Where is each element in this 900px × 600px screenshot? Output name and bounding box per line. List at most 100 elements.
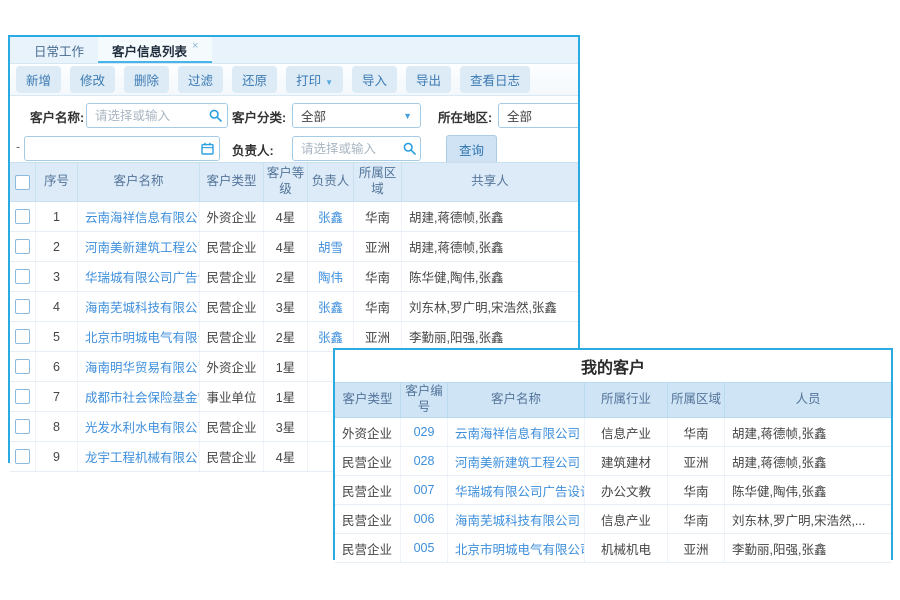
select-all-checkbox[interactable]: [15, 175, 30, 190]
header-type[interactable]: 客户类型: [335, 383, 401, 417]
search-icon[interactable]: [209, 109, 222, 122]
cell-name[interactable]: 光发水利水电有限公司: [78, 412, 200, 441]
cell-no[interactable]: 006: [401, 505, 448, 533]
table-row[interactable]: 3华瑞城有限公司广告设计部民营企业2星陶伟华南陈华健,陶伟,张鑫: [10, 262, 578, 292]
region-filter-value: 全部: [507, 106, 532, 125]
cell-name[interactable]: 龙宇工程机械有限公司: [78, 442, 200, 471]
cell-industry: 机械机电: [585, 534, 668, 562]
header-type[interactable]: 客户类型: [200, 163, 264, 201]
toolbar-button-add[interactable]: 新增: [16, 66, 61, 93]
table-row[interactable]: 4海南芜城科技有限公司民营企业3星张鑫华南刘东林,罗广明,宋浩然,张鑫: [10, 292, 578, 322]
cell-no[interactable]: 007: [401, 476, 448, 504]
row-checkbox-cell: [10, 442, 36, 471]
header-no[interactable]: 客户编号: [401, 383, 448, 417]
cell-type: 民营企业: [200, 412, 264, 441]
cell-name[interactable]: 北京市明城电气有限公司: [448, 534, 585, 562]
date-input[interactable]: [24, 136, 220, 161]
cell-owner[interactable]: 张鑫: [308, 322, 354, 351]
tab-customer-list-label: 客户信息列表: [112, 41, 187, 60]
row-checkbox[interactable]: [15, 239, 30, 254]
cell-name[interactable]: 华瑞城有限公司广告设计部: [448, 476, 585, 504]
cell-name[interactable]: 成都市社会保险基金管理...: [78, 382, 200, 411]
row-checkbox[interactable]: [15, 329, 30, 344]
cell-type: 民营企业: [335, 447, 401, 475]
cell-level: 4星: [264, 202, 308, 231]
header-owner[interactable]: 负责人: [308, 163, 354, 201]
cell-name[interactable]: 华瑞城有限公司广告设计部: [78, 262, 200, 291]
table-row[interactable]: 民营企业005北京市明城电气有限公司机械机电亚洲李勤丽,阳强,张鑫: [335, 534, 891, 563]
header-region[interactable]: 所属区域: [668, 383, 725, 417]
row-checkbox[interactable]: [15, 419, 30, 434]
tab-daily-work[interactable]: 日常工作: [20, 37, 98, 63]
table-row[interactable]: 民营企业006海南芜城科技有限公司信息产业华南刘东林,罗广明,宋浩然,...: [335, 505, 891, 534]
cell-owner[interactable]: 胡雪: [308, 232, 354, 261]
cell-type: 民营企业: [200, 232, 264, 261]
cell-type: 民营企业: [200, 292, 264, 321]
cell-name[interactable]: 海南芜城科技有限公司: [448, 505, 585, 533]
cell-no[interactable]: 028: [401, 447, 448, 475]
table-row[interactable]: 民营企业028河南美新建筑工程公司建筑建材亚洲胡建,蒋德帧,张鑫: [335, 447, 891, 476]
cell-name[interactable]: 云南海祥信息有限公司: [448, 418, 585, 446]
tab-customer-list[interactable]: 客户信息列表 ×: [98, 37, 212, 63]
cell-shared: 胡建,蒋德帧,张鑫: [402, 232, 578, 261]
cell-region: 亚洲: [668, 534, 725, 562]
customer-category-select[interactable]: 全部 ▼: [292, 103, 421, 128]
header-checkbox-cell: [10, 163, 36, 201]
cell-level: 2星: [264, 262, 308, 291]
close-icon[interactable]: ×: [192, 40, 198, 52]
header-industry[interactable]: 所属行业: [585, 383, 668, 417]
cell-level: 2星: [264, 322, 308, 351]
cell-name[interactable]: 海南明华贸易有限公司: [78, 352, 200, 381]
cell-no[interactable]: 029: [401, 418, 448, 446]
cell-owner[interactable]: 张鑫: [308, 202, 354, 231]
toolbar: 新增修改删除过滤还原打印▼ 导入导出查看日志: [10, 64, 578, 96]
toolbar-button-export[interactable]: 导出: [406, 66, 451, 93]
table-row[interactable]: 1云南海祥信息有限公司外资企业4星张鑫华南胡建,蒋德帧,张鑫: [10, 202, 578, 232]
header-name[interactable]: 客户名称: [448, 383, 585, 417]
toolbar-button-print[interactable]: 打印▼: [286, 66, 343, 93]
row-checkbox[interactable]: [15, 299, 30, 314]
cell-shared: 刘东林,罗广明,宋浩然,张鑫: [402, 292, 578, 321]
cell-region: 华南: [668, 418, 725, 446]
toolbar-button-restore[interactable]: 还原: [232, 66, 277, 93]
table-row[interactable]: 2河南美新建筑工程公司民营企业4星胡雪亚洲胡建,蒋德帧,张鑫: [10, 232, 578, 262]
row-checkbox[interactable]: [15, 359, 30, 374]
region-filter-select[interactable]: 全部: [498, 103, 578, 128]
row-checkbox[interactable]: [15, 449, 30, 464]
calendar-icon[interactable]: [201, 142, 214, 155]
header-shared[interactable]: 共享人: [402, 163, 578, 201]
toolbar-button-filter[interactable]: 过滤: [178, 66, 223, 93]
row-checkbox-cell: [10, 382, 36, 411]
header-level[interactable]: 客户等级: [264, 163, 308, 201]
cell-owner[interactable]: 张鑫: [308, 292, 354, 321]
cell-name[interactable]: 北京市明城电气有限公司: [78, 322, 200, 351]
cell-type: 民营企业: [335, 505, 401, 533]
cell-type: 外资企业: [200, 202, 264, 231]
table-row[interactable]: 外资企业029云南海祥信息有限公司信息产业华南胡建,蒋德帧,张鑫: [335, 418, 891, 447]
row-checkbox[interactable]: [15, 269, 30, 284]
toolbar-button-edit[interactable]: 修改: [70, 66, 115, 93]
cell-name[interactable]: 河南美新建筑工程公司: [448, 447, 585, 475]
query-button[interactable]: 查询: [446, 135, 497, 162]
owner-input[interactable]: [292, 136, 421, 161]
cell-level: 1星: [264, 382, 308, 411]
toolbar-button-delete[interactable]: 删除: [124, 66, 169, 93]
table-row[interactable]: 民营企业007华瑞城有限公司广告设计部办公文教华南陈华健,陶伟,张鑫: [335, 476, 891, 505]
cell-owner[interactable]: 陶伟: [308, 262, 354, 291]
search-icon[interactable]: [403, 142, 416, 155]
header-no[interactable]: 序号: [36, 163, 78, 201]
customer-name-input[interactable]: [86, 103, 228, 128]
toolbar-button-import[interactable]: 导入: [352, 66, 397, 93]
cell-name[interactable]: 海南芜城科技有限公司: [78, 292, 200, 321]
cell-no[interactable]: 005: [401, 534, 448, 562]
header-staff[interactable]: 人员: [725, 383, 891, 417]
toolbar-button-view-log[interactable]: 查看日志: [460, 66, 530, 93]
cell-name[interactable]: 河南美新建筑工程公司: [78, 232, 200, 261]
row-checkbox[interactable]: [15, 209, 30, 224]
cell-type: 外资企业: [335, 418, 401, 446]
cell-name[interactable]: 云南海祥信息有限公司: [78, 202, 200, 231]
customer-category-label: 客户分类:: [232, 107, 286, 126]
row-checkbox[interactable]: [15, 389, 30, 404]
header-name[interactable]: 客户名称: [78, 163, 200, 201]
header-region[interactable]: 所属区域: [354, 163, 402, 201]
